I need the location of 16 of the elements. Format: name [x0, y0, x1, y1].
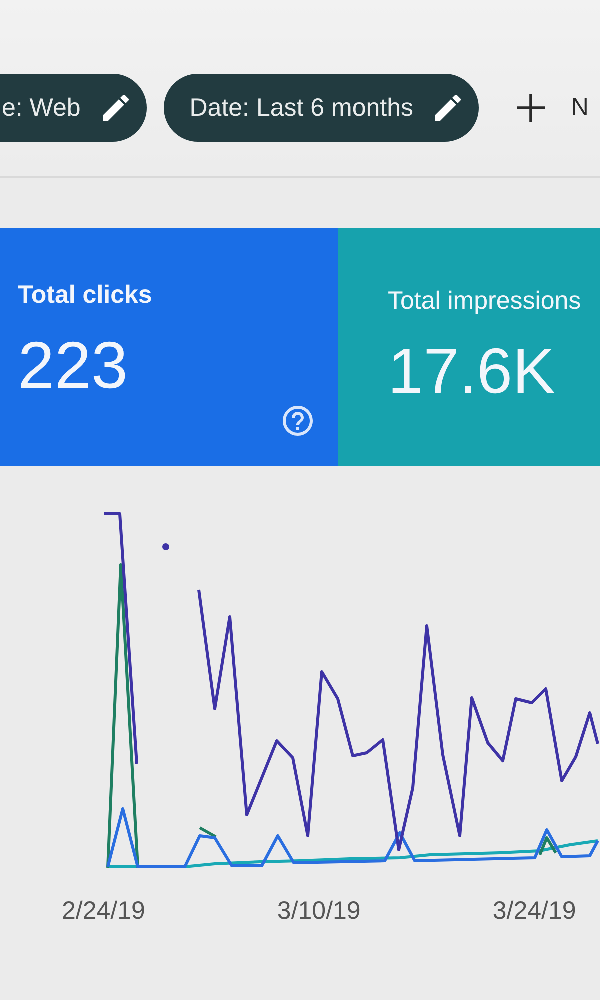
metric-label: Total impressions: [388, 286, 582, 316]
pencil-icon: [102, 95, 129, 121]
metric-value: 223: [18, 330, 128, 400]
axis-label: 3/24/19: [492, 897, 576, 926]
plus-icon: [517, 94, 546, 122]
metric-label: Total clicks: [18, 280, 152, 310]
data-point: [162, 544, 170, 550]
axis-label: 2/24/19: [62, 897, 146, 926]
filter-chip[interactable]: Date: Last 6 months: [164, 74, 480, 142]
metric-card[interactable]: Total clicks 223: [0, 228, 338, 466]
add-filter-button[interactable]: N: [517, 94, 589, 122]
metric-value: 17.6K: [388, 336, 556, 406]
pencil-icon: [435, 95, 462, 121]
axis-label: 3/10/19: [277, 897, 361, 926]
help-icon[interactable]: [283, 406, 313, 436]
filter-chip[interactable]: e: Web: [0, 74, 147, 142]
